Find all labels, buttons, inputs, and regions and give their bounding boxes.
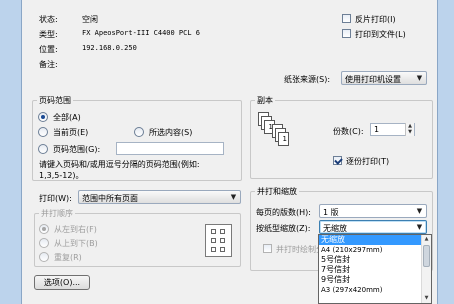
radio-page-range-label: 页码范围(G): — [53, 145, 101, 154]
chevron-down-icon: ▼ — [416, 223, 423, 231]
radio-top-to-bottom[interactable] — [39, 238, 49, 248]
scale-to-paper-value: 无缩放 — [323, 224, 347, 233]
radio-selection[interactable] — [134, 127, 144, 137]
status-label: 状态: — [39, 15, 58, 24]
print-to-file-checkbox[interactable] — [342, 29, 351, 38]
draw-borders-checkbox[interactable] — [263, 244, 272, 253]
dropdown-scrollbar[interactable]: ▲ ▼ — [421, 235, 431, 303]
dropdown-item[interactable]: 9号信封 — [319, 275, 431, 285]
page-range-input[interactable] — [116, 142, 224, 155]
collate-label: 逐份打印(T) — [346, 157, 390, 166]
print-order-title: 并打顺序 — [39, 208, 75, 219]
copies-count-label: 份数(C): — [333, 127, 364, 136]
radio-repeat[interactable] — [39, 252, 49, 262]
page-range-title: 页码范围 — [37, 95, 73, 106]
reverse-print-label: 反片打印(I) — [355, 15, 396, 24]
collate-pages-icon: 3 2 1 3 2 1 — [258, 112, 298, 162]
comment-label: 备注: — [39, 60, 58, 69]
scroll-thumb[interactable] — [423, 245, 430, 267]
options-button[interactable]: 选项(O)... — [34, 275, 90, 290]
scroll-up-icon[interactable]: ▲ — [422, 235, 431, 244]
draw-borders-label: 并打时绘制分 — [276, 245, 324, 254]
print-to-file-label: 打印到文件(L) — [355, 30, 406, 39]
chevron-down-icon: ▼ — [230, 193, 237, 201]
dropdown-item[interactable]: A3 (297x420mm) — [319, 285, 431, 295]
scroll-down-icon[interactable]: ▼ — [422, 294, 431, 303]
dropdown-item[interactable]: 5号信封 — [319, 255, 431, 265]
location-label: 位置: — [39, 45, 58, 54]
dropdown-item[interactable]: A4 (210x297mm) — [319, 245, 431, 255]
radio-all-label: 全部(A) — [53, 113, 81, 122]
page-range-hint-example: 1,3,5-12)。 — [39, 171, 84, 180]
chevron-down-icon: ▼ — [416, 207, 423, 215]
scale-to-paper-select[interactable]: 无缩放 ▼ — [319, 220, 427, 234]
chevron-down-icon: ▼ — [416, 74, 423, 82]
radio-current-page[interactable] — [38, 127, 48, 137]
radio-top-to-bottom-label: 从上到下(B) — [54, 239, 98, 248]
copies-count-input[interactable]: 1 ▲ ▼ — [370, 123, 415, 136]
dropdown-item[interactable]: 无缩放 — [319, 235, 431, 245]
print-what-select[interactable]: 范围中所有页面 ▼ — [78, 190, 241, 204]
type-label: 类型: — [39, 30, 58, 39]
print-what-value: 范围中所有页面 — [82, 194, 138, 203]
paper-source-label: 纸张来源(S): — [284, 75, 331, 84]
scale-to-paper-label: 按纸型缩放(Z): — [256, 224, 311, 233]
dropdown-item[interactable]: 7号信封 — [319, 265, 431, 275]
collate-checkbox[interactable] — [333, 156, 342, 165]
order-preview-icon — [205, 224, 232, 257]
zoom-title: 并打和缩放 — [255, 186, 299, 197]
copies-title: 副本 — [255, 95, 275, 106]
radio-left-to-right-label: 从左到右(F) — [54, 225, 97, 234]
pages-per-sheet-select[interactable]: 1 版 ▼ — [319, 204, 427, 218]
type-value: FX ApeosPort-III C4400 PCL 6 — [82, 29, 201, 37]
location-value: 192.168.0.250 — [82, 44, 137, 52]
copies-count-value: 1 — [374, 125, 380, 134]
paper-source-value: 使用打印机设置 — [345, 75, 401, 84]
paper-source-select[interactable]: 使用打印机设置 ▼ — [341, 71, 427, 85]
reverse-print-checkbox[interactable] — [342, 14, 351, 23]
print-what-label: 打印(W): — [39, 194, 72, 203]
scale-dropdown-list[interactable]: 无缩放 A4 (210x297mm) 5号信封 7号信封 9号信封 A3 (29… — [318, 234, 432, 304]
pages-per-sheet-label: 每页的版数(H): — [256, 208, 311, 217]
radio-repeat-label: 重复(R) — [54, 253, 82, 262]
page-range-hint: 请键入页码和/或用逗号分隔的页码范围(例如: — [39, 160, 200, 169]
radio-left-to-right[interactable] — [39, 224, 49, 234]
status-value: 空闲 — [82, 15, 98, 24]
spin-updown-icon[interactable]: ▲ ▼ — [405, 123, 414, 136]
radio-all[interactable] — [38, 112, 48, 122]
pages-per-sheet-value: 1 版 — [323, 208, 339, 217]
radio-selection-label: 所选内容(S) — [149, 128, 193, 137]
radio-page-range[interactable] — [38, 144, 48, 154]
radio-current-page-label: 当前页(E) — [53, 128, 89, 137]
